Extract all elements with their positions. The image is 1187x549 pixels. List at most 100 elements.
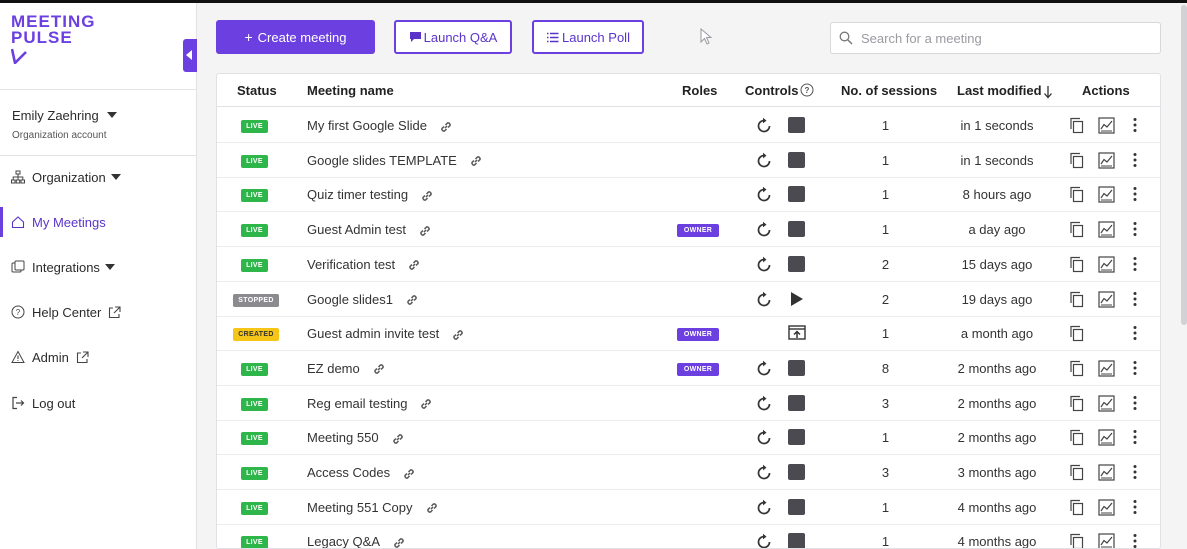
analytics-icon[interactable] <box>1098 152 1115 169</box>
link-icon[interactable] <box>439 120 453 134</box>
link-icon[interactable] <box>391 432 405 446</box>
meeting-name-cell[interactable]: My first Google Slide <box>307 118 453 134</box>
table-row[interactable]: CREATED Guest admin invite test OWNER 1 a mo… <box>217 316 1160 352</box>
stop-icon[interactable] <box>788 186 805 203</box>
link-icon[interactable] <box>420 189 434 203</box>
more-options-icon[interactable] <box>1133 429 1137 445</box>
meeting-name-cell[interactable]: Guest admin invite test <box>307 326 465 342</box>
analytics-icon[interactable] <box>1098 464 1115 481</box>
reset-icon[interactable] <box>755 360 773 378</box>
meetingpulse-logo[interactable]: MEETING PULSE <box>11 13 95 64</box>
meeting-name[interactable]: Guest admin invite test <box>307 326 439 341</box>
nav-item-admin[interactable]: Admin <box>0 340 196 374</box>
meeting-name-cell[interactable]: Meeting 550 <box>307 430 405 446</box>
link-icon[interactable] <box>419 397 433 411</box>
nav-item-organization[interactable]: Organization <box>0 160 196 194</box>
more-options-icon[interactable] <box>1133 464 1137 480</box>
more-options-icon[interactable] <box>1133 117 1137 133</box>
reset-icon[interactable] <box>755 291 773 309</box>
table-row[interactable]: LIVE Verification test 2 15 days ago <box>217 247 1160 282</box>
analytics-icon[interactable] <box>1098 499 1115 516</box>
copy-icon[interactable] <box>1069 186 1085 203</box>
reset-icon[interactable] <box>755 499 773 517</box>
meeting-name-cell[interactable]: Guest Admin test <box>307 222 432 238</box>
meeting-name[interactable]: Legacy Q&A <box>307 534 380 548</box>
meeting-name[interactable]: Reg email testing <box>307 396 407 411</box>
copy-icon[interactable] <box>1069 533 1085 549</box>
more-options-icon[interactable] <box>1133 533 1137 549</box>
more-options-icon[interactable] <box>1133 256 1137 272</box>
analytics-icon[interactable] <box>1098 394 1115 412</box>
analytics-icon[interactable] <box>1098 221 1115 238</box>
copy-icon[interactable] <box>1069 499 1085 516</box>
table-row[interactable]: LIVE EZ demo OWNER 8 2 months ago <box>217 351 1160 386</box>
column-header-roles[interactable]: Roles <box>682 83 717 98</box>
launch-poll-button[interactable]: Launch Poll <box>532 20 644 54</box>
analytics-icon[interactable] <box>1098 429 1115 446</box>
play-icon[interactable] <box>791 291 803 306</box>
stop-icon[interactable] <box>788 151 805 168</box>
meeting-name[interactable]: Google slides1 <box>307 292 393 307</box>
stop-icon[interactable] <box>788 498 805 515</box>
meeting-name[interactable]: Meeting 550 <box>307 430 379 445</box>
create-meeting-button[interactable]: + Create meeting <box>216 20 375 54</box>
more-options-icon[interactable] <box>1133 395 1137 411</box>
column-header-sessions[interactable]: No. of sessions <box>841 83 937 98</box>
column-header-meeting-name[interactable]: Meeting name <box>307 83 394 98</box>
meeting-name[interactable]: Guest Admin test <box>307 222 406 237</box>
meeting-name-cell[interactable]: Meeting 551 Copy <box>307 500 439 516</box>
meeting-name[interactable]: Verification test <box>307 257 395 272</box>
link-icon[interactable] <box>469 154 483 168</box>
more-options-icon[interactable] <box>1133 291 1137 307</box>
table-row[interactable]: LIVE My first Google Slide 1 in 1 seconds <box>217 108 1160 143</box>
nav-item-help-center[interactable]: ? Help Center <box>0 295 196 329</box>
search-input[interactable] <box>861 23 1151 53</box>
nav-item-log-out[interactable]: Log out <box>0 386 196 420</box>
table-row[interactable]: LIVE Meeting 550 1 2 months ago <box>217 420 1160 456</box>
meeting-name[interactable]: Meeting 551 Copy <box>307 500 413 515</box>
help-icon[interactable]: ? <box>800 83 814 97</box>
meeting-name[interactable]: Access Codes <box>307 465 390 480</box>
table-row[interactable]: LIVE Guest Admin test OWNER 1 a day ago <box>217 212 1160 248</box>
scrollbar[interactable] <box>1181 5 1187 325</box>
meeting-name-cell[interactable]: Quiz timer testing <box>307 187 434 203</box>
search-box[interactable] <box>830 22 1161 54</box>
table-row[interactable]: LIVE Quiz timer testing 1 8 hours ago <box>217 177 1160 213</box>
meeting-name-cell[interactable]: Verification test <box>307 257 421 273</box>
copy-icon[interactable] <box>1069 117 1085 134</box>
table-row[interactable]: LIVE Meeting 551 Copy 1 4 months ago <box>217 490 1160 525</box>
link-icon[interactable] <box>425 501 439 515</box>
column-header-status[interactable]: Status <box>237 83 277 98</box>
table-row[interactable]: LIVE Access Codes 3 3 months ago <box>217 455 1160 490</box>
launch-qa-button[interactable]: Launch Q&A <box>394 20 512 54</box>
reset-icon[interactable] <box>755 152 773 170</box>
stop-icon[interactable] <box>788 117 805 133</box>
table-row[interactable]: LIVE Legacy Q&A 1 4 months ago <box>217 524 1160 549</box>
copy-icon[interactable] <box>1069 152 1085 169</box>
copy-icon[interactable] <box>1069 360 1085 377</box>
reset-icon[interactable] <box>755 533 773 549</box>
copy-icon[interactable] <box>1069 464 1085 481</box>
stop-icon[interactable] <box>788 359 805 376</box>
link-icon[interactable] <box>402 467 416 481</box>
sort-descending-icon[interactable] <box>1043 85 1053 99</box>
column-header-last-modified[interactable]: Last modified <box>957 83 1042 98</box>
analytics-icon[interactable] <box>1098 117 1115 134</box>
analytics-icon[interactable] <box>1098 256 1115 273</box>
meeting-name[interactable]: Quiz timer testing <box>307 187 408 202</box>
nav-item-my-meetings[interactable]: My Meetings <box>0 205 196 239</box>
stop-icon[interactable] <box>788 429 805 446</box>
reset-icon[interactable] <box>755 464 773 482</box>
copy-icon[interactable] <box>1069 429 1085 446</box>
reset-icon[interactable] <box>755 256 773 274</box>
collapse-sidebar-button[interactable] <box>183 39 197 72</box>
more-options-icon[interactable] <box>1133 186 1137 202</box>
more-options-icon[interactable] <box>1133 360 1137 376</box>
reset-icon[interactable] <box>755 429 773 447</box>
analytics-icon[interactable] <box>1098 290 1115 308</box>
link-icon[interactable] <box>418 224 432 238</box>
stop-icon[interactable] <box>788 464 805 480</box>
more-options-icon[interactable] <box>1133 152 1137 168</box>
link-icon[interactable] <box>392 536 406 549</box>
copy-icon[interactable] <box>1069 221 1085 238</box>
